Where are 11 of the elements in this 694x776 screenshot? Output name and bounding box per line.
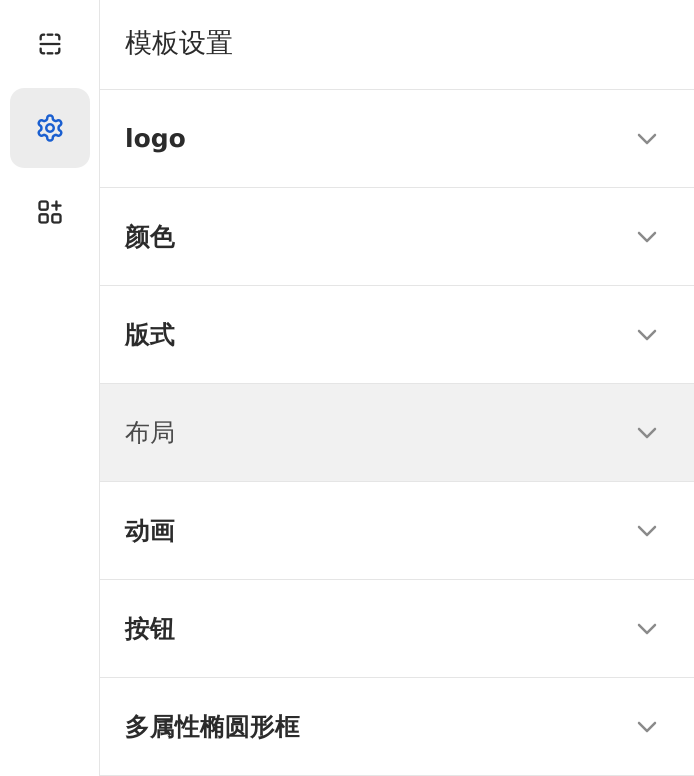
chevron-icon xyxy=(636,426,658,440)
add-grid-icon xyxy=(36,198,64,226)
settings-icon xyxy=(34,113,64,143)
chevron-icon xyxy=(636,328,658,342)
chevron-icon xyxy=(636,132,658,146)
chevron-icon xyxy=(636,720,658,734)
chevron-icon xyxy=(636,622,658,636)
chevron-icon xyxy=(636,524,658,538)
panel-title: 模板设置 xyxy=(125,27,233,62)
accordion-row[interactable]: 布局 xyxy=(100,384,694,482)
chevron-icon xyxy=(636,230,658,244)
